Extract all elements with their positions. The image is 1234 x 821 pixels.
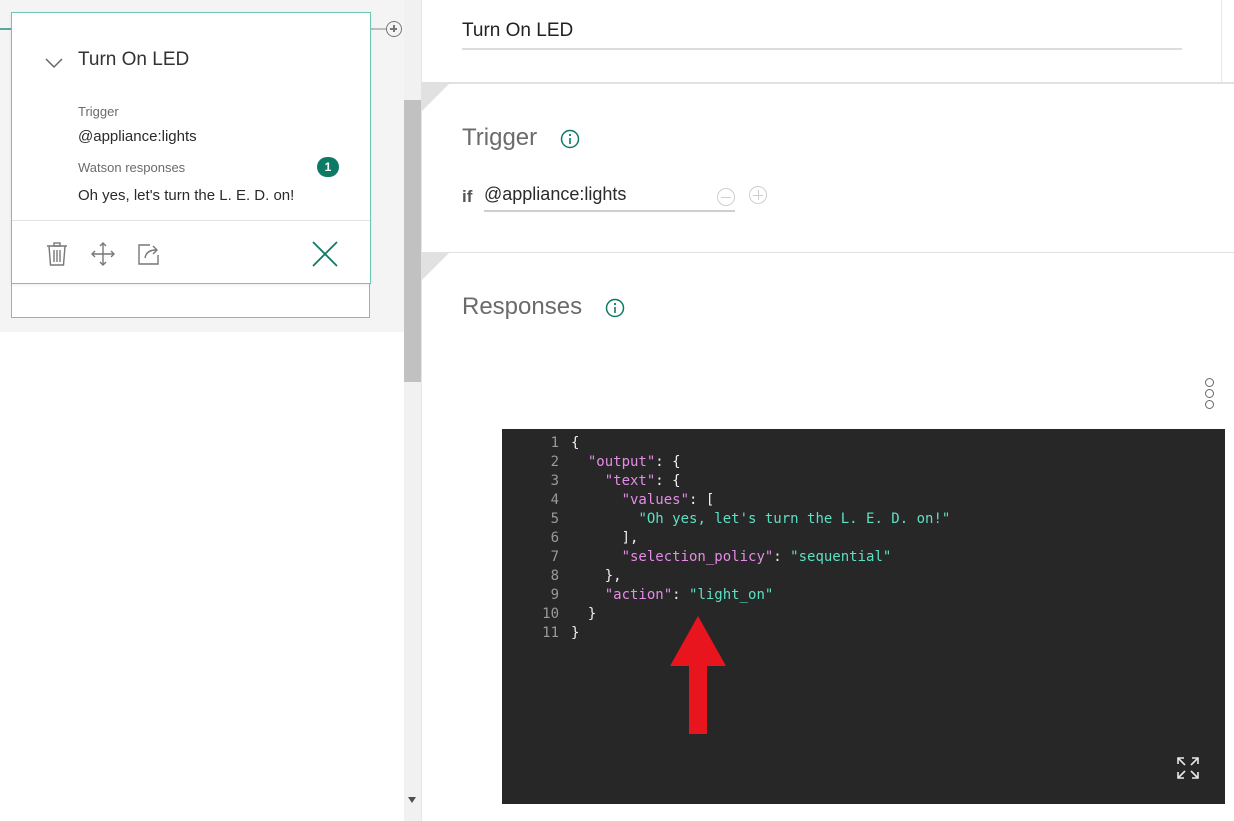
trash-icon[interactable] <box>44 241 70 267</box>
code-token: } <box>571 625 580 641</box>
node-name-input[interactable] <box>462 20 1182 50</box>
responses-count-badge: 1 <box>317 157 339 177</box>
code-token: "Oh yes, let's turn the L. E. D. on!" <box>638 511 951 527</box>
dialog-canvas: Turn On LED Trigger @appliance:lights Wa… <box>0 0 404 821</box>
more-options-icon[interactable] <box>1202 378 1216 410</box>
code-token: : <box>672 587 690 603</box>
code-line: 2 "output": { <box>502 453 950 472</box>
section-separator <box>421 252 1234 253</box>
code-token: "values" <box>621 492 690 508</box>
code-token: "text" <box>604 473 656 489</box>
info-icon[interactable] <box>605 298 625 318</box>
code-token: : { <box>655 454 681 470</box>
trigger-label: Trigger <box>78 104 119 119</box>
line-number: 2 <box>550 454 559 470</box>
code-token: "action" <box>604 587 673 603</box>
line-number: 7 <box>550 549 559 565</box>
if-label: if <box>462 187 473 206</box>
watson-responses-label: Watson responses <box>78 160 186 175</box>
code-token: "output" <box>587 454 656 470</box>
code-token: "selection_policy" <box>621 549 774 565</box>
code-line: 4 "values": [ <box>502 491 950 510</box>
code-line: 9 "action": "light_on" <box>502 586 950 605</box>
remove-condition-icon[interactable] <box>717 188 735 206</box>
chevron-down-icon[interactable] <box>45 57 63 69</box>
code-line: 7 "selection_policy": "sequential" <box>502 548 950 567</box>
canvas-scrollbar[interactable] <box>404 0 421 821</box>
close-icon[interactable] <box>312 241 338 267</box>
add-condition-icon[interactable] <box>749 186 767 204</box>
line-number: 4 <box>550 492 559 508</box>
code-token: } <box>571 606 597 622</box>
move-icon[interactable] <box>90 241 116 267</box>
code-token: "sequential" <box>790 549 892 565</box>
json-editor[interactable]: 1{2 "output": {3 "text": {4 "values": [5… <box>502 429 1225 804</box>
expand-icon[interactable] <box>1176 756 1200 780</box>
trigger-value: @appliance:lights <box>78 128 197 145</box>
node-connector-right <box>370 28 386 30</box>
line-number: 3 <box>550 473 559 489</box>
line-number: 6 <box>550 530 559 546</box>
section-separator <box>421 82 1234 84</box>
code-token: : { <box>655 473 681 489</box>
line-number: 1 <box>550 435 559 451</box>
line-number: 9 <box>550 587 559 603</box>
code-token: : <box>773 549 791 565</box>
code-token: ], <box>571 530 639 546</box>
code-line: 6 ], <box>502 529 950 548</box>
response-preview: Oh yes, let's turn the L. E. D. on! <box>78 187 295 204</box>
code-lines: 1{2 "output": {3 "text": {4 "values": [5… <box>502 434 950 643</box>
card-divider <box>12 220 370 221</box>
section-notch <box>421 253 449 281</box>
info-icon[interactable] <box>560 129 580 149</box>
scrollbar-thumb[interactable] <box>404 100 421 382</box>
panel-divider <box>1221 0 1222 82</box>
code-token: "light_on" <box>689 587 774 603</box>
trigger-section-title: Trigger <box>462 124 538 151</box>
code-line: 1{ <box>502 434 950 453</box>
annotation-arrow-icon <box>670 616 726 734</box>
line-number: 8 <box>550 568 559 584</box>
add-node-icon[interactable] <box>386 21 402 37</box>
code-line: 8 }, <box>502 567 950 586</box>
condition-input[interactable] <box>484 184 735 212</box>
code-line: 5 "Oh yes, let's turn the L. E. D. on!" <box>502 510 951 529</box>
jump-to-icon[interactable] <box>136 241 162 267</box>
line-number: 10 <box>542 606 559 622</box>
code-line: 3 "text": { <box>502 472 950 491</box>
code-token: : [ <box>689 492 715 508</box>
code-token: }, <box>571 568 622 584</box>
line-number: 5 <box>550 511 559 527</box>
line-number: 11 <box>542 625 559 641</box>
code-token: { <box>571 435 580 451</box>
scroll-down-arrow-icon[interactable] <box>408 797 416 803</box>
node-card[interactable]: Turn On LED Trigger @appliance:lights Wa… <box>11 12 371 284</box>
section-notch <box>421 84 449 112</box>
panel-border <box>421 0 422 821</box>
responses-section-title: Responses <box>462 293 583 320</box>
node-title: Turn On LED <box>78 49 190 70</box>
